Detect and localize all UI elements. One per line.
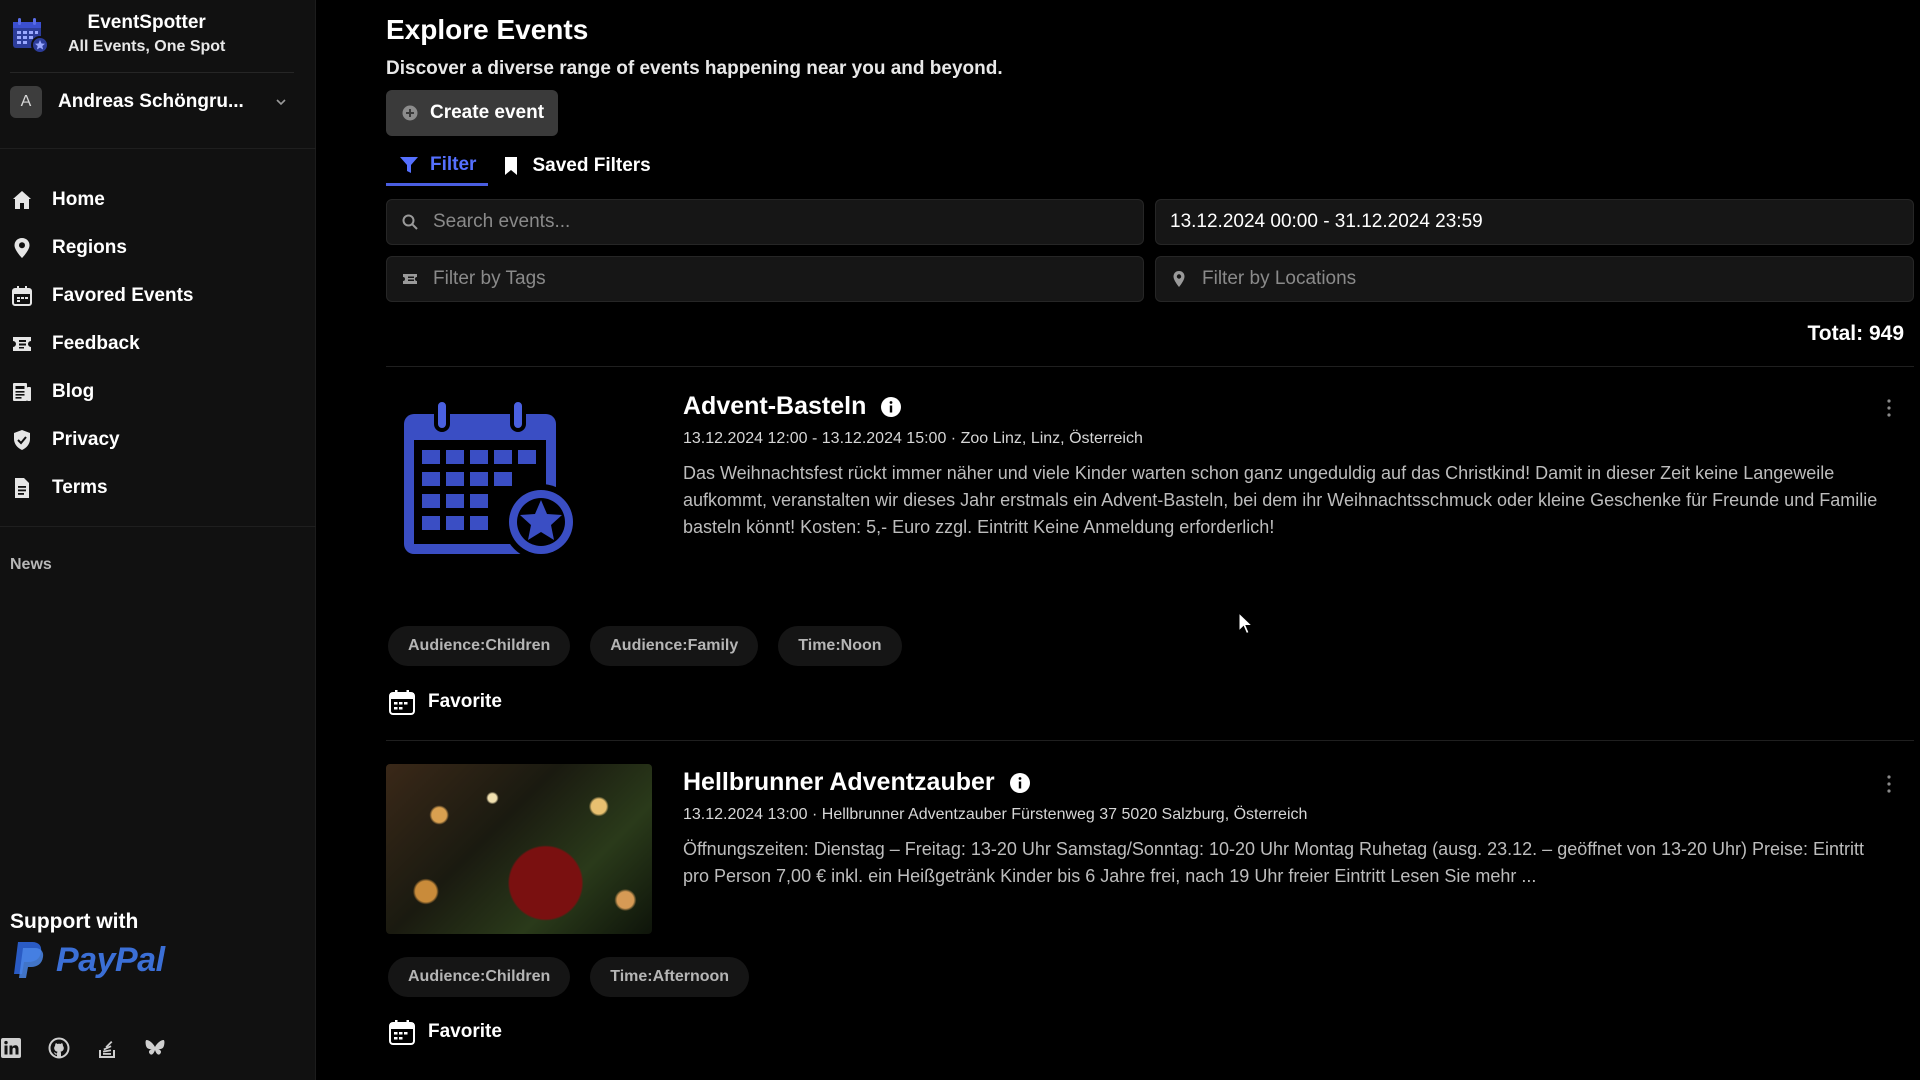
locations-placeholder: Filter by Locations bbox=[1202, 268, 1357, 289]
search-placeholder: Search events... bbox=[433, 211, 571, 232]
event-tags: Audience:Children Time:Afternoon bbox=[388, 957, 769, 997]
tag-chip[interactable]: Audience:Children bbox=[388, 626, 571, 666]
christmas-photo[interactable] bbox=[386, 764, 652, 934]
sidebar-item-label: Privacy bbox=[52, 429, 120, 450]
user-name: Andreas Schöngru... bbox=[58, 91, 244, 112]
info-icon[interactable] bbox=[880, 396, 902, 418]
home-icon bbox=[13, 191, 31, 209]
tag-chip[interactable]: Time:Afternoon bbox=[590, 957, 750, 997]
sidebar-item-terms[interactable]: Terms bbox=[10, 464, 300, 512]
sidebar-item-blog[interactable]: Blog bbox=[10, 368, 300, 416]
event-title[interactable]: Hellbrunner Adventzauber bbox=[683, 768, 1031, 797]
sidebar-item-home[interactable]: Home bbox=[10, 176, 300, 224]
total-count: Total: 949 bbox=[1807, 322, 1904, 345]
event-title-text: Advent-Basteln bbox=[683, 392, 867, 420]
filter-icon bbox=[400, 156, 418, 173]
event-title[interactable]: Advent-Basteln bbox=[683, 392, 902, 421]
tag-chip[interactable]: Time:Noon bbox=[778, 626, 902, 666]
event-description: Öffnungszeiten: Dienstag – Freitag: 13-2… bbox=[683, 839, 1865, 886]
sidebar-item-favored-events[interactable]: Favored Events bbox=[10, 272, 300, 320]
tag-chip[interactable]: Audience:Children bbox=[388, 957, 571, 997]
mouse-cursor-icon bbox=[1238, 612, 1254, 635]
event-meta: 13.12.2024 12:00 - 13.12.2024 15:00 · Zo… bbox=[683, 430, 1143, 447]
page-title: Explore Events bbox=[386, 14, 589, 45]
more-vertical-icon[interactable] bbox=[1886, 398, 1892, 418]
sidebar-item-label: Blog bbox=[52, 381, 95, 402]
tab-label: Filter bbox=[430, 153, 477, 175]
newspaper-icon bbox=[13, 383, 31, 401]
search-icon bbox=[402, 214, 418, 230]
bluesky-icon[interactable] bbox=[144, 1037, 166, 1059]
page-subtitle: Discover a diverse range of events happe… bbox=[386, 58, 1003, 79]
event-tags: Audience:Children Audience:Family Time:N… bbox=[388, 626, 922, 666]
stackoverflow-icon[interactable] bbox=[96, 1037, 118, 1059]
avatar: A bbox=[10, 86, 42, 118]
support-label: Support with bbox=[10, 910, 139, 933]
tab-saved-filters[interactable]: Saved Filters bbox=[488, 146, 662, 186]
event-meta: 13.12.2024 13:00 · Hellbrunner Adventzau… bbox=[683, 806, 1308, 823]
sidebar-item-feedback[interactable]: Feedback bbox=[10, 320, 300, 368]
calendar-icon bbox=[389, 1020, 415, 1045]
brand[interactable]: EventSpotter All Events, One Spot bbox=[10, 10, 290, 60]
sidebar-item-label: Terms bbox=[52, 477, 108, 498]
calendar-star-icon[interactable] bbox=[386, 392, 652, 562]
shield-icon bbox=[14, 430, 30, 450]
brand-title: EventSpotter bbox=[87, 12, 206, 33]
main-content: Explore Events Discover a diverse range … bbox=[386, 0, 1914, 1080]
document-icon bbox=[15, 478, 29, 498]
news-section-label: News bbox=[10, 556, 52, 573]
divider bbox=[0, 148, 316, 149]
paypal-brand: PayPal bbox=[56, 940, 165, 979]
favorite-label: Favorite bbox=[428, 1021, 502, 1042]
calendar-icon bbox=[389, 690, 415, 715]
divider bbox=[0, 526, 316, 527]
user-menu[interactable]: A Andreas Schöngru... bbox=[10, 84, 294, 120]
ticket-icon bbox=[13, 337, 31, 351]
tab-filter[interactable]: Filter bbox=[386, 146, 489, 186]
create-event-button[interactable]: Create event bbox=[386, 90, 558, 136]
github-icon[interactable] bbox=[48, 1037, 70, 1059]
divider bbox=[386, 366, 1914, 367]
linkedin-icon[interactable] bbox=[0, 1037, 22, 1059]
plus-circle-icon bbox=[402, 105, 418, 121]
sidebar-item-label: Home bbox=[52, 189, 105, 210]
favorite-button[interactable]: Favorite bbox=[388, 1018, 502, 1046]
event-description: Das Weihnachtsfest rückt immer näher und… bbox=[683, 463, 1878, 537]
create-event-label: Create event bbox=[430, 102, 545, 123]
more-vertical-icon[interactable] bbox=[1886, 774, 1892, 794]
tags-placeholder: Filter by Tags bbox=[433, 268, 546, 289]
event-title-text: Hellbrunner Adventzauber bbox=[683, 768, 995, 796]
date-range-value: 13.12.2024 00:00 - 31.12.2024 23:59 bbox=[1170, 211, 1483, 232]
map-pin-icon bbox=[14, 238, 30, 258]
tab-label: Saved Filters bbox=[532, 155, 651, 176]
sidebar-item-privacy[interactable]: Privacy bbox=[10, 416, 300, 464]
sidebar-item-regions[interactable]: Regions bbox=[10, 224, 300, 272]
search-input[interactable]: Search events... bbox=[386, 199, 1144, 245]
divider bbox=[386, 740, 1914, 741]
date-range-field[interactable]: 13.12.2024 00:00 - 31.12.2024 23:59 bbox=[1155, 199, 1914, 245]
info-icon[interactable] bbox=[1009, 772, 1031, 794]
sidebar-item-label: Regions bbox=[52, 237, 127, 258]
locations-filter-input[interactable]: Filter by Locations bbox=[1155, 256, 1914, 302]
calendar-logo-icon bbox=[13, 18, 49, 54]
tag-chip[interactable]: Audience:Family bbox=[590, 626, 759, 666]
social-links bbox=[0, 1037, 192, 1059]
calendar-icon bbox=[12, 286, 32, 306]
sidebar: EventSpotter All Events, One Spot A Andr… bbox=[0, 0, 316, 1080]
sidebar-nav: Home Regions Favored Events Feedback Blo… bbox=[10, 176, 300, 512]
paypal-logo-icon bbox=[14, 942, 44, 978]
filter-tabs: Filter Saved Filters bbox=[386, 146, 663, 186]
favorite-button[interactable]: Favorite bbox=[388, 688, 502, 716]
divider bbox=[10, 72, 294, 73]
sidebar-item-label: Favored Events bbox=[52, 285, 194, 306]
chevron-down-icon[interactable] bbox=[274, 95, 288, 109]
sidebar-item-label: Feedback bbox=[52, 333, 140, 354]
bookmark-icon bbox=[505, 157, 518, 175]
paypal-support[interactable]: Support with PayPal bbox=[10, 910, 165, 980]
tags-filter-input[interactable]: Filter by Tags bbox=[386, 256, 1144, 302]
brand-subtitle: All Events, One Spot bbox=[68, 38, 226, 55]
ticket-icon bbox=[403, 274, 417, 284]
map-pin-icon bbox=[1173, 271, 1185, 287]
favorite-label: Favorite bbox=[428, 691, 502, 712]
